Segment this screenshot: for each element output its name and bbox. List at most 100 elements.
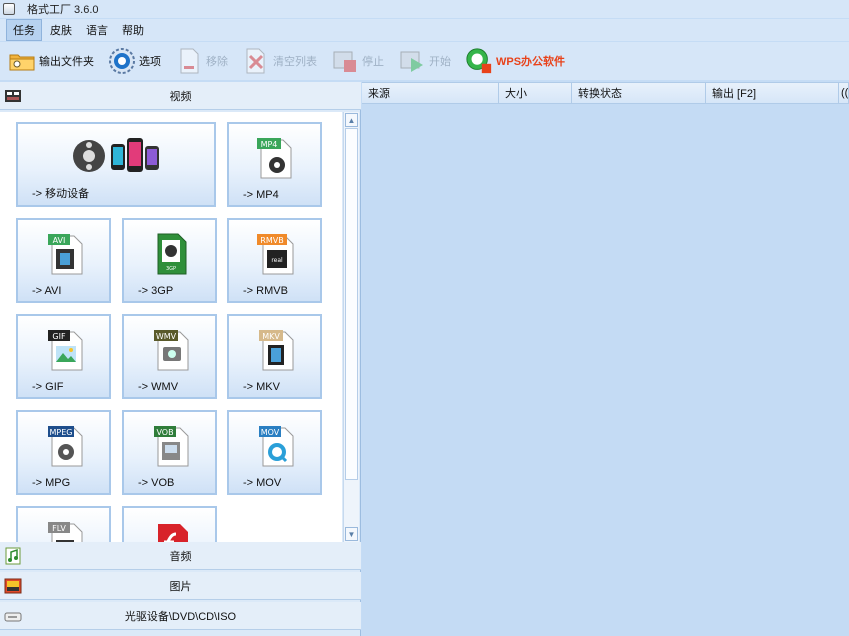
task-list: 来源 大小 转换状态 输出 [F2] (( [362, 82, 849, 636]
wmv-file-icon: WMV [150, 328, 190, 375]
clear-list-label: 清空列表 [273, 56, 317, 68]
scroll-up-icon[interactable]: ▲ [345, 113, 358, 127]
tile-mkv[interactable]: MKV -> MKV [227, 314, 322, 399]
svg-text:MP4: MP4 [260, 140, 277, 149]
category-disc[interactable]: 光驱设备\DVD\CD\ISO [0, 602, 361, 630]
clear-list-icon [242, 47, 270, 75]
stop-label: 停止 [362, 56, 384, 68]
wps-label: WPS办公软件 [496, 56, 566, 68]
svg-text:MOV: MOV [260, 428, 279, 437]
menu-skin[interactable]: 皮肤 [44, 20, 78, 40]
options-button[interactable]: 选项 [108, 46, 161, 76]
gear-icon [108, 47, 136, 75]
tile-caption: -> MPG [32, 477, 71, 489]
output-folder-button[interactable]: 输出文件夹 [8, 46, 94, 76]
format-tiles: -> 移动设备 MP4 -> MP4 AVI -> AVI 3GP -> 3GP… [0, 112, 342, 542]
scroll-thumb[interactable] [345, 128, 358, 480]
tile-gif[interactable]: GIF -> GIF [16, 314, 111, 399]
stop-button[interactable]: 停止 [331, 46, 384, 76]
menu-task[interactable]: 任务 [6, 19, 42, 41]
column-source[interactable]: 来源 [362, 82, 499, 104]
tile-rmvb[interactable]: RMVB real -> RMVB [227, 218, 322, 303]
remove-file-icon [175, 47, 203, 75]
title-bar: 格式工厂 3.6.0 [0, 0, 849, 18]
tile-wmv[interactable]: WMV -> WMV [122, 314, 217, 399]
stop-icon [331, 47, 359, 75]
mobile-devices-icon [71, 134, 161, 181]
start-icon [398, 47, 426, 75]
tile-mov[interactable]: MOV -> MOV [227, 410, 322, 495]
category-audio[interactable]: 音频 [0, 542, 361, 570]
3gp-file-icon: 3GP [150, 232, 190, 279]
tile-caption: -> GIF [32, 381, 64, 393]
tile-mp4[interactable]: MP4 -> MP4 [227, 122, 322, 207]
category-image[interactable]: 图片 [0, 572, 361, 600]
tile-caption: -> AVI [32, 285, 62, 297]
scroll-down-icon[interactable]: ▼ [345, 527, 358, 541]
tile-mobile-device[interactable]: -> 移动设备 [16, 122, 216, 207]
remove-label: 移除 [206, 56, 228, 68]
category-audio-label: 音频 [169, 550, 192, 563]
vob-file-icon: VOB [150, 424, 190, 471]
svg-text:GIF: GIF [52, 332, 66, 341]
tile-caption: -> 3GP [138, 285, 174, 297]
toolbar: 输出文件夹 选项 移除 清空列表 停止 开始 WPS办公软件 [0, 42, 849, 80]
start-label: 开始 [429, 56, 451, 68]
svg-text:3GP: 3GP [165, 266, 175, 272]
tile-flv[interactable]: FLV [16, 506, 111, 542]
start-button[interactable]: 开始 [398, 46, 451, 76]
svg-text:MKV: MKV [262, 332, 280, 341]
mp4-file-icon: MP4 [255, 136, 295, 183]
tile-caption: -> RMVB [243, 285, 288, 297]
tile-mpg[interactable]: MPEG -> MPG [16, 410, 111, 495]
svg-text:real: real [271, 257, 283, 264]
app-icon [3, 3, 15, 15]
column-size[interactable]: 大小 [499, 82, 572, 104]
tile-caption: -> MOV [243, 477, 282, 489]
output-folder-label: 输出文件夹 [39, 56, 94, 68]
menu-help[interactable]: 帮助 [116, 20, 150, 40]
tiles-scrollbar[interactable]: ▲ ▼ [343, 112, 359, 542]
column-extra[interactable]: (( [839, 82, 849, 104]
tile-3gp[interactable]: 3GP -> 3GP [122, 218, 217, 303]
tile-caption: -> VOB [138, 477, 175, 489]
window-title: 格式工厂 3.6.0 [27, 4, 99, 16]
options-label: 选项 [139, 56, 161, 68]
category-video-label: 视频 [169, 90, 192, 103]
film-icon [3, 86, 23, 106]
svg-text:WMV: WMV [155, 332, 176, 341]
flv-file-icon: FLV [44, 520, 84, 542]
tile-avi[interactable]: AVI -> AVI [16, 218, 111, 303]
category-image-label: 图片 [169, 580, 192, 593]
wps-button[interactable]: WPS办公软件 [465, 46, 565, 76]
remove-button[interactable]: 移除 [175, 46, 228, 76]
tile-caption: -> 移动设备 [32, 188, 90, 200]
category-disc-label: 光驱设备\DVD\CD\ISO [124, 610, 237, 623]
column-status[interactable]: 转换状态 [572, 82, 706, 104]
menu-language[interactable]: 语言 [80, 20, 114, 40]
gif-file-icon: GIF [44, 328, 84, 375]
svg-text:AVI: AVI [52, 236, 65, 245]
folder-icon [8, 47, 36, 75]
mkv-file-icon: MKV [255, 328, 295, 375]
category-video[interactable]: 视频 [0, 82, 361, 110]
svg-text:FLV: FLV [52, 524, 66, 533]
tile-swf[interactable] [122, 506, 217, 542]
column-output[interactable]: 输出 [F2] [706, 82, 839, 104]
wps-logo-icon [465, 47, 493, 75]
rmvb-file-icon: RMVB real [255, 232, 295, 279]
flash-file-icon [150, 520, 190, 542]
clear-list-button[interactable]: 清空列表 [242, 46, 317, 76]
disc-drive-icon [3, 606, 23, 626]
mpeg-file-icon: MPEG [44, 424, 84, 471]
tile-caption: -> MP4 [243, 189, 279, 201]
mov-file-icon: MOV [255, 424, 295, 471]
tile-vob[interactable]: VOB -> VOB [122, 410, 217, 495]
category-panel: 视频 -> 移动设备 MP4 -> MP4 AVI -> AVI 3GP -> … [0, 82, 361, 636]
menu-bar: 任务 皮肤 语言 帮助 [0, 19, 849, 41]
picture-icon [3, 576, 23, 596]
tile-caption: -> MKV [243, 381, 280, 393]
svg-text:MPEG: MPEG [49, 428, 72, 437]
music-note-icon [3, 546, 23, 566]
tile-caption: -> WMV [138, 381, 179, 393]
